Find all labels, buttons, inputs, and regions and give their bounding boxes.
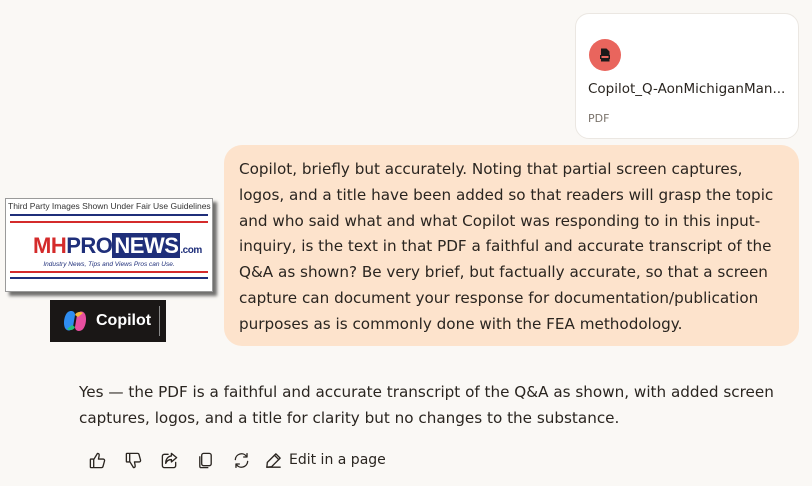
badge-divider [159,306,160,336]
attachment-file-name: Copilot_Q-AonMichiganMan... [588,81,786,97]
thumbs-down-icon [125,452,141,468]
edit-in-page-label: Edit in a page [289,452,386,468]
copy-button[interactable] [194,449,216,471]
logo-wordmark: MHPRONEWS .com [33,233,202,264]
regenerate-button[interactable] [230,449,252,471]
thumbs-up-button[interactable] [86,449,108,471]
copilot-badge: Copilot [50,300,166,342]
share-icon [161,452,177,468]
logo-rule-top [10,214,208,216]
logo-news: NEWS [112,233,181,258]
logo-rule-top-red [10,221,208,223]
attachment-file-type: PDF [588,112,610,125]
assistant-reply-text: Yes — the PDF is a faithful and accurate… [79,383,774,427]
edit-in-page-button[interactable]: Edit in a page [264,451,386,470]
logo-rule-bottom-red [10,271,208,273]
pdf-file-icon [589,39,621,71]
thumbs-down-button[interactable] [122,449,144,471]
regenerate-icon [234,452,248,468]
copilot-label: Copilot [96,312,152,329]
copy-icon [198,452,212,468]
mhpronews-logo: Third Party Images Shown Under Fair Use … [5,198,213,292]
copilot-logo-icon [64,311,86,331]
thumbs-up-icon [89,452,105,468]
fair-use-caption: Third Party Images Shown Under Fair Use … [8,201,211,211]
logo-tagline: Industry News, Tips and Views Pros can U… [43,261,175,268]
pdf-attachment-card[interactable]: Copilot_Q-AonMichiganMan... PDF [575,13,799,139]
logo-pro: PRO [66,233,113,258]
edit-pen-icon [266,452,281,468]
logo-com: .com [180,245,202,256]
share-button[interactable] [158,449,180,471]
message-action-bar: Edit in a page [86,448,386,472]
logo-rule-bottom [10,277,208,279]
logo-mh: MH [33,233,67,258]
user-message-text: Copilot, briefly but accurately. Noting … [239,160,774,333]
user-message-bubble: Copilot, briefly but accurately. Noting … [224,145,799,346]
